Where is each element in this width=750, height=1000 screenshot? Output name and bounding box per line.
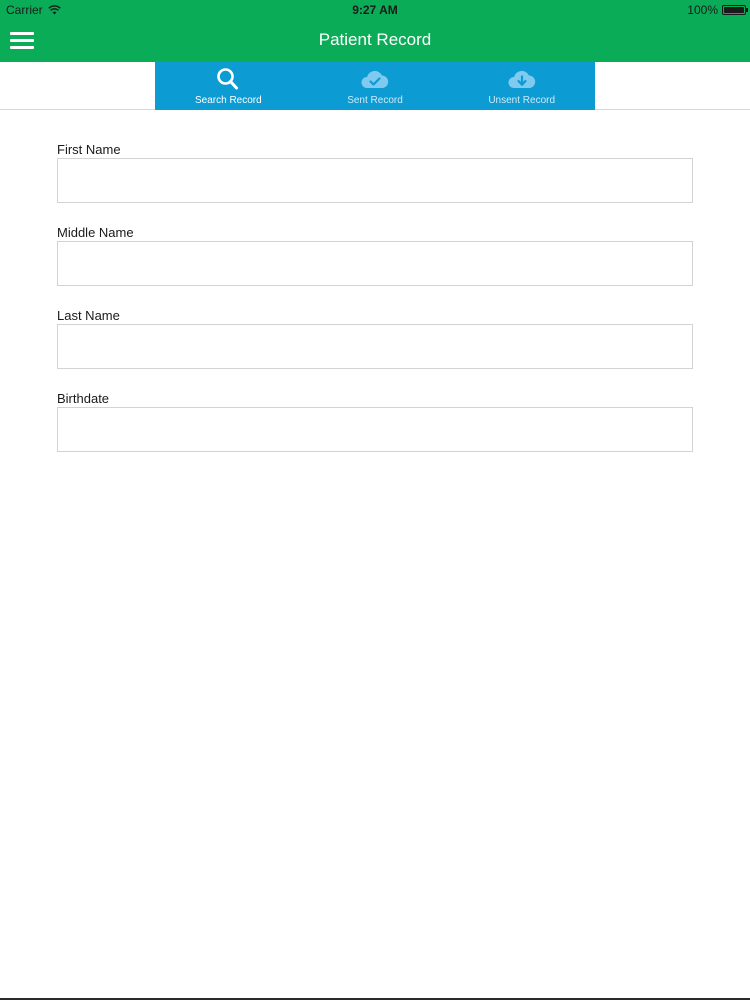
birthdate-field: Birthdate [57,390,693,452]
search-icon [217,68,239,90]
navigation-bar: Carrier 9:27 AM 100% Patient Record [0,0,750,62]
cloud-check-icon [361,70,389,88]
tab-unsent-record-label: Unsent Record [488,95,556,106]
first-name-label: First Name [57,142,121,157]
birthdate-input[interactable] [57,407,693,452]
first-name-field: First Name [57,141,693,203]
battery-tip [746,8,748,12]
first-name-input[interactable] [57,158,693,203]
tab-sent-record-label: Sent Record [347,95,403,106]
status-time: 9:27 AM [352,3,398,17]
battery-percentage: 100% [687,3,718,17]
tab-search-record[interactable]: Search Record [155,62,302,110]
middle-name-label: Middle Name [57,225,134,240]
status-bar: Carrier 9:27 AM 100% [0,0,750,20]
page-title: Patient Record [318,30,432,49]
last-name-input[interactable] [57,324,693,369]
last-name-field: Last Name [57,307,693,369]
middle-name-field: Middle Name [57,224,693,286]
tab-bar: Search Record Sent Record Unsent Record [155,62,595,110]
patient-form: First Name Middle Name Last Name Birthda… [57,141,693,473]
status-right: 100% [687,3,748,17]
tab-unsent-record[interactable]: Unsent Record [448,62,595,110]
battery-icon [722,5,748,15]
patient-record-screen: Carrier 9:27 AM 100% Patient Record Sear… [0,0,750,1000]
tab-bar-container: Search Record Sent Record Unsent Record [0,62,750,110]
cloud-download-icon [508,70,535,88]
battery-fill [724,7,744,13]
last-name-label: Last Name [57,308,120,323]
tab-search-record-label: Search Record [194,95,262,106]
birthdate-label: Birthdate [57,391,110,406]
middle-name-input[interactable] [57,241,693,286]
tab-sent-record[interactable]: Sent Record [302,62,449,110]
